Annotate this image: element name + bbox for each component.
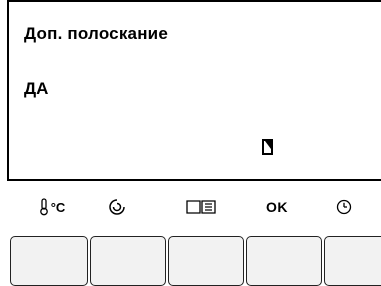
clock-key[interactable] <box>324 236 381 286</box>
program-title: Доп. полоскание <box>24 24 168 43</box>
ok-key[interactable] <box>246 236 322 286</box>
hardware-keys <box>0 236 381 286</box>
button-icons-row: °C OK <box>0 194 381 222</box>
spin-key[interactable] <box>90 236 166 286</box>
book-key[interactable] <box>168 236 244 286</box>
celsius-label: °C <box>50 199 66 215</box>
option-value: ДА <box>24 79 49 98</box>
temperature-icon: °C <box>32 194 72 220</box>
ok-label: OK <box>266 199 288 215</box>
book-icon <box>184 194 218 220</box>
cursor-indicator <box>262 139 273 155</box>
thermometer-icon <box>39 198 48 216</box>
lcd-display: Доп. полоскание ДА <box>7 0 381 181</box>
temperature-key[interactable] <box>10 236 88 286</box>
clock-icon <box>333 194 355 220</box>
spin-icon <box>104 194 130 220</box>
